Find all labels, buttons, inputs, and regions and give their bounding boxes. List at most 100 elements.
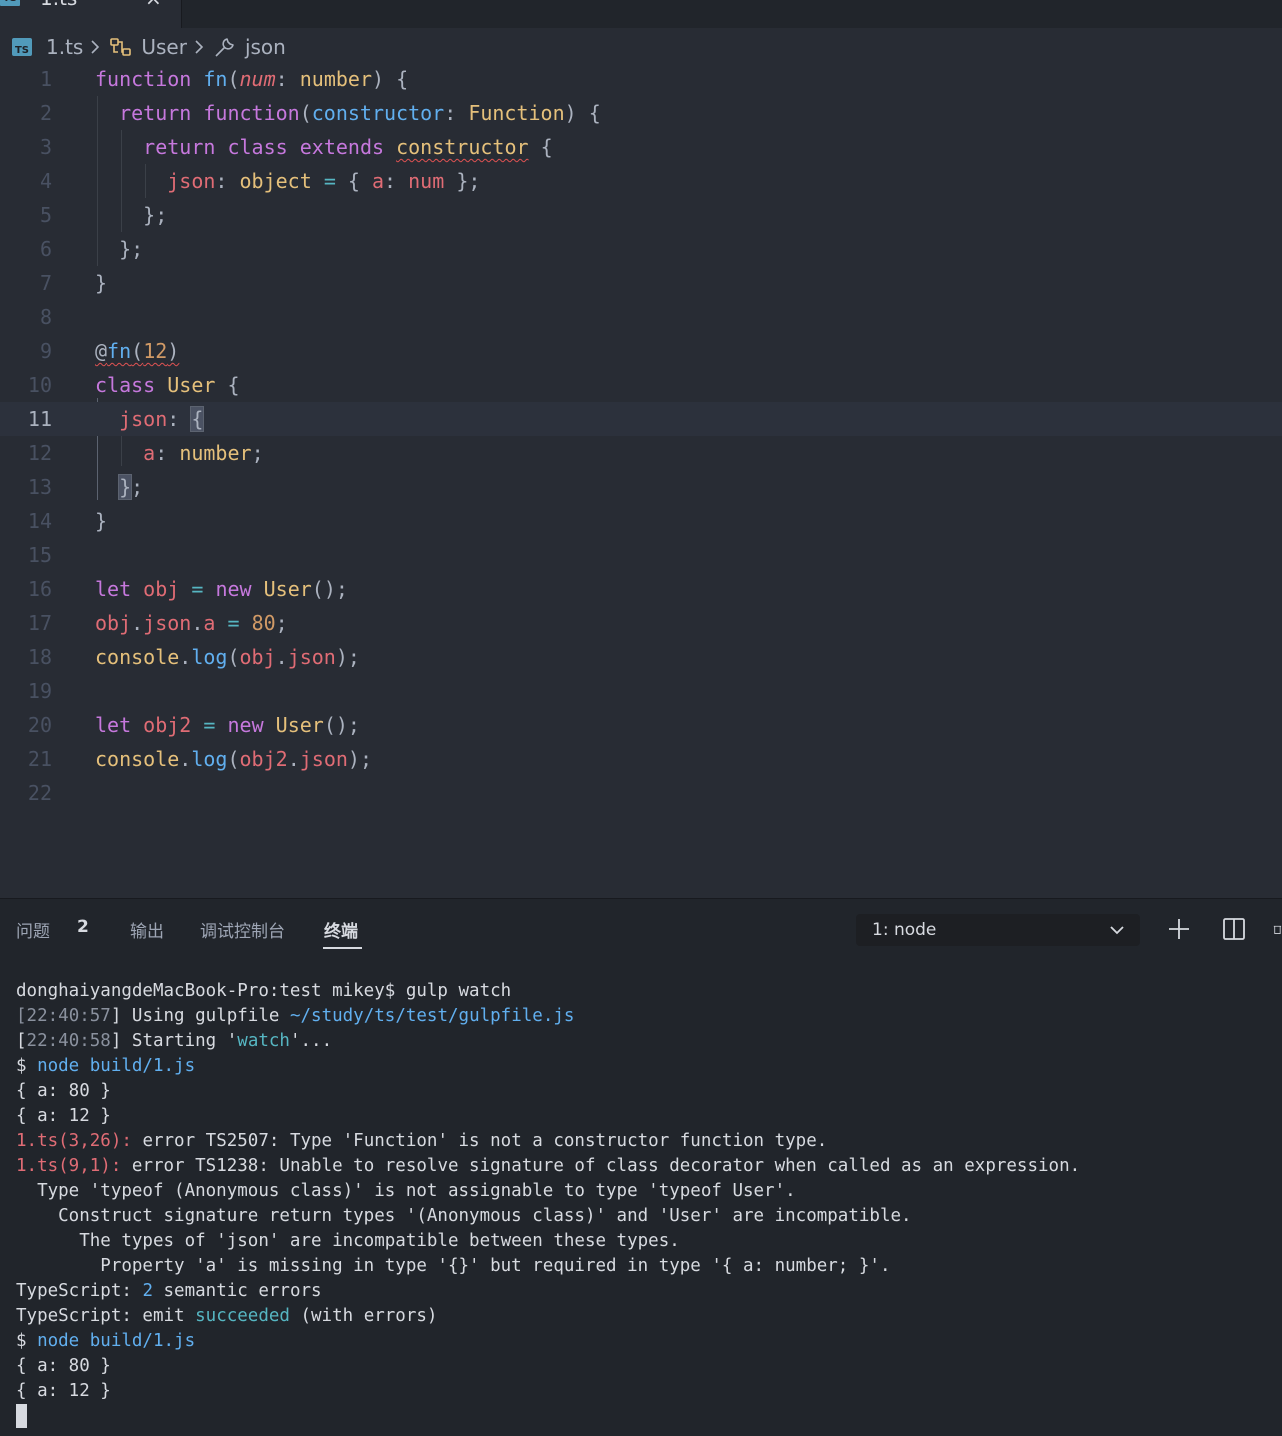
code-line: 4 json: object = { a: num }; [0, 164, 1282, 198]
terminal-line: { a: 12 } [16, 1106, 111, 1126]
code-line: 5 }; [0, 198, 1282, 232]
line-number: 7 [39, 271, 52, 295]
breadcrumb-file[interactable]: 1.ts [46, 35, 83, 59]
split-icon [1223, 918, 1245, 940]
terminal-line: 1.ts(9,1): error TS1238: Unable to resol… [16, 1156, 1081, 1176]
code-line: 7} [0, 266, 1282, 300]
terminal-output[interactable]: donghaiyangdeMacBook-Pro:test mikey$ gul… [16, 979, 1276, 1429]
tab-problems[interactable]: 问题 [16, 917, 50, 942]
code-line: 15 [0, 538, 1282, 572]
code-line: 2 return function(constructor: Function)… [0, 96, 1282, 130]
active-tab-indicator [323, 947, 362, 949]
problems-count-badge: 2 [77, 917, 89, 937]
code-line: 19 [0, 674, 1282, 708]
close-icon[interactable]: × [145, 0, 162, 10]
breadcrumb-property[interactable]: json [245, 35, 286, 59]
line-number: 17 [27, 611, 52, 635]
kill-terminal-button[interactable] [1272, 916, 1282, 942]
code-line: 17 obj.json.a = 80; [0, 606, 1282, 640]
line-number: 11 [27, 407, 52, 431]
code-line: 20 let obj2 = new User(); [0, 708, 1282, 742]
code-editor[interactable]: 1 function fn(num: number) { 2 return fun… [0, 62, 1282, 898]
line-number: 12 [27, 441, 52, 465]
terminal-line: [22:40:57] Using gulpfile ~/study/ts/tes… [16, 1006, 575, 1026]
line-number: 3 [39, 135, 52, 159]
terminal-line: Construct signature return types '(Anony… [16, 1206, 912, 1226]
terminal-line: donghaiyangdeMacBook-Pro:test mikey$ gul… [16, 981, 512, 1001]
line-number: 16 [27, 577, 52, 601]
error-squiggle[interactable]: @fn(12) [95, 339, 179, 363]
line-number: 6 [39, 237, 52, 261]
terminal-line: $ node build/1.js [16, 1331, 196, 1351]
code-line: 3 return class extends constructor { [0, 130, 1282, 164]
code-line: 22 [0, 776, 1282, 810]
line-number: 19 [27, 679, 52, 703]
breadcrumb-class[interactable]: User [141, 35, 187, 59]
line-number: 8 [39, 305, 52, 329]
terminal-line: { a: 12 } [16, 1381, 111, 1401]
terminal-line: TypeScript: emit succeeded (with errors) [16, 1306, 438, 1326]
terminal-select[interactable]: 1: node [856, 914, 1140, 946]
terminal-line: { a: 80 } [16, 1081, 111, 1101]
split-terminal-button[interactable] [1221, 916, 1247, 942]
line-number: 4 [39, 169, 52, 193]
code-line: 1 function fn(num: number) { [0, 62, 1282, 96]
terminal-line: TypeScript: 2 semantic errors [16, 1281, 322, 1301]
code-line: 21 console.log(obj2.json); [0, 742, 1282, 776]
typescript-file-icon: TS [12, 38, 32, 56]
code-line: 12 a: number; [0, 436, 1282, 470]
line-number: 22 [27, 781, 52, 805]
code-line: 10 class User { [0, 368, 1282, 402]
terminal-select-value: 1: node [872, 920, 937, 940]
code-line: 8 [0, 300, 1282, 334]
new-terminal-button[interactable] [1166, 916, 1192, 942]
chevron-right-icon [193, 38, 205, 56]
terminal-cursor [16, 1404, 27, 1428]
bottom-panel: 问题 2 输出 调试控制台 终端 1: node donghaiyangdeMa… [0, 898, 1282, 1436]
bracket-match: } [118, 474, 133, 500]
terminal-line: $ node build/1.js [16, 1056, 196, 1076]
terminal-line: 1.ts(3,26): error TS2507: Type 'Function… [16, 1131, 828, 1151]
tab-1-ts[interactable]: TS 1.ts × [0, 0, 182, 28]
typescript-file-icon: TS [0, 0, 20, 6]
line-number: 14 [27, 509, 52, 533]
line-number: 13 [27, 475, 52, 499]
line-number: 5 [39, 203, 52, 227]
terminal-line: { a: 80 } [16, 1356, 111, 1376]
tab-label: 1.ts [40, 0, 77, 10]
line-number: 21 [27, 747, 52, 771]
code-line-active: 11 json: { [0, 402, 1282, 436]
error-squiggle[interactable]: constructor [396, 135, 528, 159]
line-number: 2 [39, 101, 52, 125]
chevron-right-icon [89, 38, 101, 56]
breadcrumb: TS 1.ts User json [0, 28, 1282, 66]
tab-output[interactable]: 输出 [130, 917, 164, 942]
bracket-match: { [190, 406, 205, 432]
terminal-line: [22:40:58] Starting 'watch'... [16, 1031, 333, 1051]
line-number: 1 [39, 67, 52, 91]
terminal-prompt[interactable] [16, 1404, 1276, 1429]
editor-tab-strip: TS 1.ts × [0, 0, 1282, 28]
terminal-line: Type 'typeof (Anonymous class)' is not a… [16, 1181, 796, 1201]
line-number: 20 [27, 713, 52, 737]
tab-terminal[interactable]: 终端 [324, 917, 358, 942]
chevron-down-icon [1108, 914, 1126, 957]
tab-debug-console[interactable]: 调试控制台 [200, 917, 285, 942]
terminal-line: Property 'a' is missing in type '{}' but… [16, 1256, 891, 1276]
line-number: 15 [27, 543, 52, 567]
panel-tabs: 问题 2 输出 调试控制台 终端 1: node [0, 899, 1282, 959]
plus-icon [1169, 919, 1189, 939]
trash-icon [1273, 925, 1282, 934]
line-number: 18 [27, 645, 52, 669]
code-line: 6 }; [0, 232, 1282, 266]
code-line: 16 let obj = new User(); [0, 572, 1282, 606]
line-number: 10 [27, 373, 52, 397]
class-icon [109, 36, 133, 58]
terminal-line: The types of 'json' are incompatible bet… [16, 1231, 680, 1251]
code-line: 14} [0, 504, 1282, 538]
code-line: 13 }; [0, 470, 1282, 504]
line-number: 9 [39, 339, 52, 363]
wrench-icon [213, 35, 237, 59]
code-line: 18 console.log(obj.json); [0, 640, 1282, 674]
code-line: 9 @fn(12) [0, 334, 1282, 368]
